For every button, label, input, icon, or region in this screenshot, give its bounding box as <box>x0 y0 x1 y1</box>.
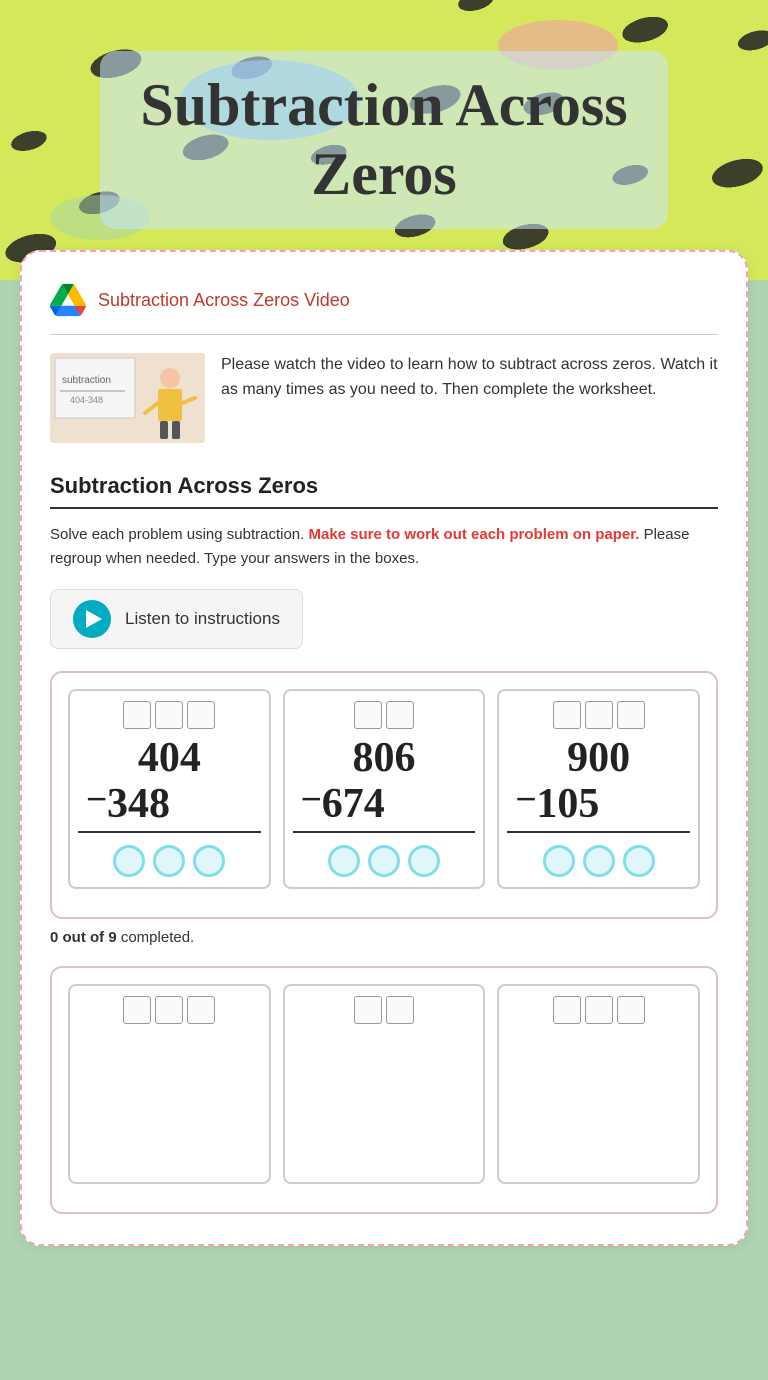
play-circle-icon <box>73 600 111 638</box>
answer-circles-2 <box>328 845 440 877</box>
problem-card-1: 404 − 348 <box>68 689 271 889</box>
video-link[interactable]: Subtraction Across Zeros Video <box>98 290 350 311</box>
digit-box[interactable] <box>155 701 183 729</box>
minus-sign-3: − <box>507 781 536 817</box>
video-thumbnail[interactable]: subtraction 404-348 <box>50 353 205 443</box>
listen-label: Listen to instructions <box>125 609 280 629</box>
hero-header: Subtraction Across Zeros <box>0 0 768 280</box>
play-triangle-icon <box>86 610 102 628</box>
digit-box[interactable] <box>354 996 382 1024</box>
answer-circles-3 <box>543 845 655 877</box>
main-content-card: Subtraction Across Zeros Video subtracti… <box>20 250 748 1246</box>
answer-circle[interactable] <box>368 845 400 877</box>
problem-line-1 <box>78 831 261 833</box>
digit-box[interactable] <box>123 701 151 729</box>
digit-boxes-top-2 <box>354 701 414 729</box>
answer-circle[interactable] <box>623 845 655 877</box>
digit-boxes-top-3 <box>553 701 645 729</box>
video-divider <box>50 334 718 335</box>
answer-circle[interactable] <box>583 845 615 877</box>
minus-sign-2: − <box>293 781 322 817</box>
digit-boxes-top-1 <box>123 701 215 729</box>
digit-box[interactable] <box>187 996 215 1024</box>
worksheet-divider <box>50 507 718 509</box>
digit-box[interactable] <box>123 996 151 1024</box>
answer-circle[interactable] <box>408 845 440 877</box>
problem-bottom-number-2: 674 <box>322 781 385 827</box>
problem-bottom-number-3: 105 <box>536 781 599 827</box>
google-drive-icon <box>50 282 86 318</box>
problem-bottom-number-1: 348 <box>107 781 170 827</box>
problem-top-number-1: 404 <box>138 735 201 781</box>
listen-instructions-button[interactable]: Listen to instructions <box>50 589 303 649</box>
video-link-row: Subtraction Across Zeros Video <box>50 282 718 318</box>
problem-card-6 <box>497 984 700 1184</box>
digit-box[interactable] <box>585 701 613 729</box>
svg-text:subtraction: subtraction <box>62 375 111 386</box>
digit-boxes-top-6 <box>553 996 645 1024</box>
problem-card-3: 900 − 105 <box>497 689 700 889</box>
teacher-image: subtraction 404-348 <box>50 353 205 443</box>
problems-container-2 <box>50 966 718 1214</box>
completion-count: 0 out of 9 <box>50 929 117 946</box>
problems-container: 404 − 348 <box>50 671 718 919</box>
worksheet-instructions: Solve each problem using subtraction. Ma… <box>50 523 718 571</box>
video-content: subtraction 404-348 Please watch the vid… <box>50 353 718 443</box>
minus-sign-1: − <box>78 781 107 817</box>
digit-box[interactable] <box>553 701 581 729</box>
worksheet-title: Subtraction Across Zeros <box>50 473 718 499</box>
problems-row-1: 404 − 348 <box>68 689 700 889</box>
problems-row-2 <box>68 984 700 1184</box>
digit-boxes-top-5 <box>354 996 414 1024</box>
digit-box[interactable] <box>386 996 414 1024</box>
problem-line-3 <box>507 831 690 833</box>
answer-circle[interactable] <box>153 845 185 877</box>
digit-box[interactable] <box>553 996 581 1024</box>
digit-box[interactable] <box>617 701 645 729</box>
answer-circles-1 <box>113 845 225 877</box>
problem-top-number-3: 900 <box>567 735 630 781</box>
problem-card-4 <box>68 984 271 1184</box>
answer-circle[interactable] <box>543 845 575 877</box>
hero-title-box: Subtraction Across Zeros <box>100 51 667 229</box>
problem-card-2: 806 − 674 <box>283 689 486 889</box>
digit-box[interactable] <box>386 701 414 729</box>
completion-suffix: completed. <box>121 929 194 946</box>
digit-box[interactable] <box>155 996 183 1024</box>
digit-box[interactable] <box>354 701 382 729</box>
answer-circle[interactable] <box>113 845 145 877</box>
completion-status: 0 out of 9 completed. <box>50 929 718 946</box>
digit-box[interactable] <box>585 996 613 1024</box>
digit-box[interactable] <box>617 996 645 1024</box>
video-description: Please watch the video to learn how to s… <box>221 353 718 403</box>
problem-top-number-2: 806 <box>353 735 416 781</box>
digit-box[interactable] <box>187 701 215 729</box>
page-title: Subtraction Across Zeros <box>140 71 627 209</box>
digit-boxes-top-4 <box>123 996 215 1024</box>
video-thumbnail-inner: subtraction 404-348 <box>50 353 205 443</box>
answer-circle[interactable] <box>328 845 360 877</box>
svg-text:404-348: 404-348 <box>70 395 103 405</box>
problem-line-2 <box>293 831 476 833</box>
problem-card-5 <box>283 984 486 1184</box>
answer-circle[interactable] <box>193 845 225 877</box>
